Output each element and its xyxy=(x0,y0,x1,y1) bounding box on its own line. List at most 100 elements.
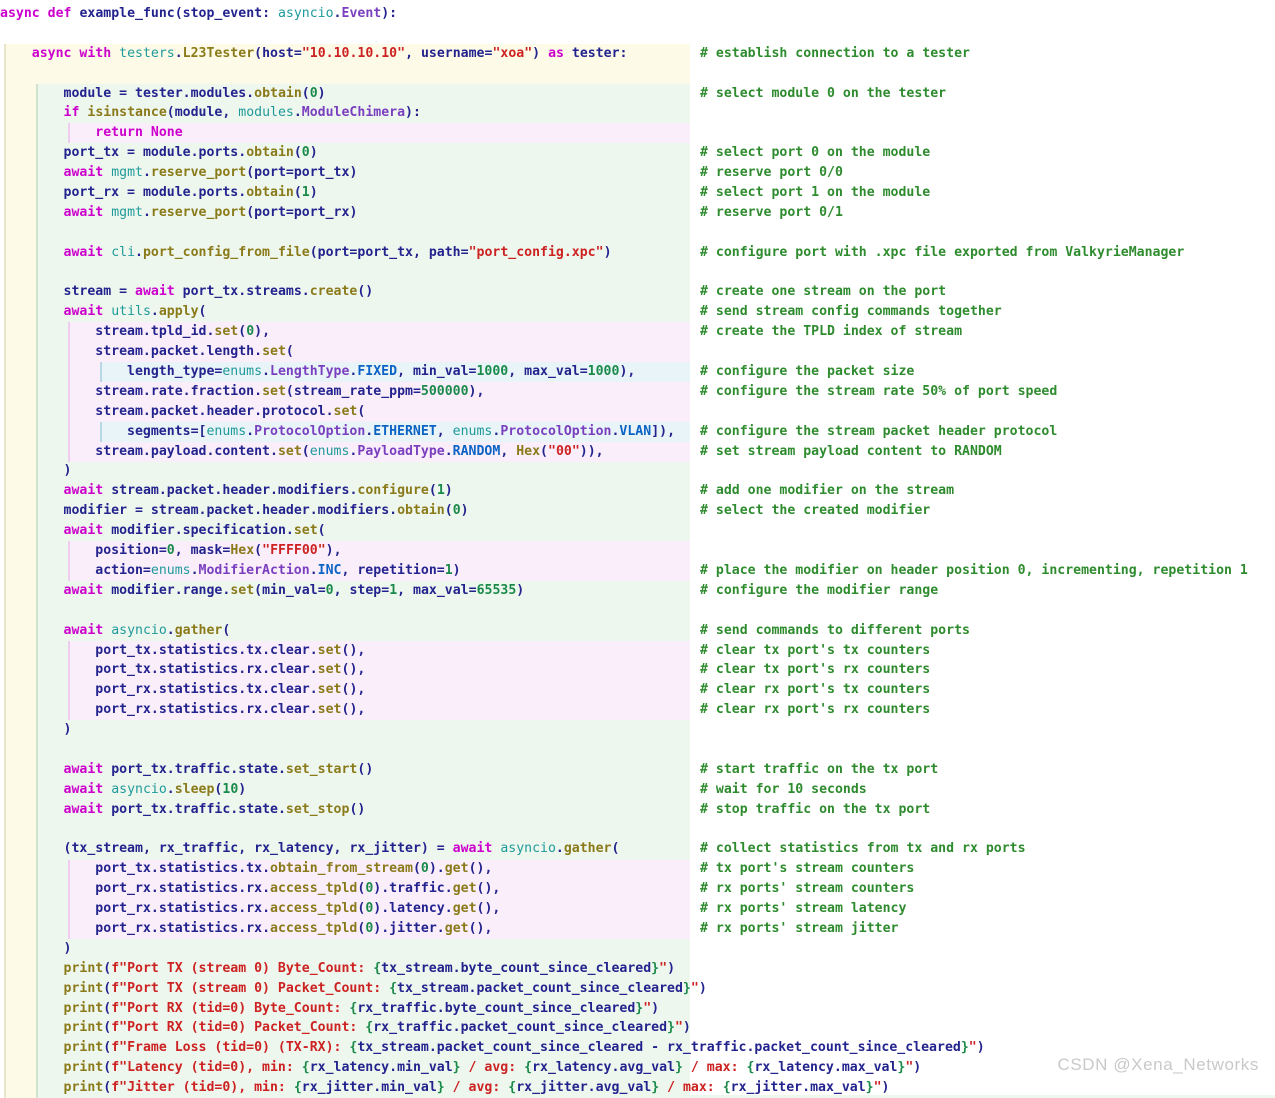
code-text: stream.tpld_id.set(0), xyxy=(95,324,271,340)
code-line[interactable]: port_tx.statistics.tx.clear.set(), # clea… xyxy=(0,641,1275,661)
code-line[interactable]: module = tester.modules.obtain(0) # selec… xyxy=(0,84,1275,104)
code-line[interactable]: stream = await port_tx.streams.create() #… xyxy=(0,282,1275,302)
code-line[interactable]: port_rx.statistics.rx.access_tpld(0).tra… xyxy=(0,879,1275,899)
code-line[interactable]: await mgmt.reserve_port(port=port_tx) # r… xyxy=(0,163,1275,183)
code-line[interactable]: port_tx.statistics.tx.obtain_from_stream… xyxy=(0,859,1275,879)
code-line[interactable]: await cli.port_config_from_file(port=por… xyxy=(0,243,1275,263)
code-text: port_rx.statistics.rx.access_tpld(0).tra… xyxy=(95,881,501,897)
code-line[interactable]: await modifier.range.set(min_val=0, step… xyxy=(0,581,1275,601)
code-line[interactable]: await utils.apply(# send stream config c… xyxy=(0,302,1275,322)
code-content[interactable]: async def example_func(stop_event: async… xyxy=(0,0,1275,1098)
code-line[interactable]: modifier = stream.packet.header.modifier… xyxy=(0,501,1275,521)
code-editor[interactable]: async def example_func(stop_event: async… xyxy=(0,0,1275,1098)
code-comment: # send stream config commands together xyxy=(700,304,1002,320)
code-line[interactable]: await port_tx.traffic.state.set_start() #… xyxy=(0,760,1275,780)
code-comment: # configure port with .xpc file exported… xyxy=(700,244,1185,260)
code-text: stream = await port_tx.streams.create() xyxy=(63,284,374,300)
code-line[interactable] xyxy=(0,740,1275,760)
code-line[interactable]: (tx_stream, rx_traffic, rx_latency, rx_j… xyxy=(0,839,1275,859)
code-line[interactable] xyxy=(0,601,1275,621)
code-comment: # set stream payload content to RANDOM xyxy=(700,443,1002,459)
code-text: stream.payload.content.set(enums.Payload… xyxy=(95,443,604,459)
code-comment: # select module 0 on the tester xyxy=(700,85,947,101)
code-line[interactable]: stream.packet.length.set( xyxy=(0,342,1275,362)
code-text: await modifier.specification.set( xyxy=(63,523,326,539)
code-comment: # establish connection to a tester xyxy=(700,45,970,61)
code-line[interactable]: print(f"Port RX (tid=0) Byte_Count: {rx_… xyxy=(0,999,1275,1019)
code-line[interactable]: port_rx.statistics.rx.access_tpld(0).lat… xyxy=(0,899,1275,919)
code-line[interactable]: port_tx.statistics.rx.clear.set(), # clea… xyxy=(0,660,1275,680)
code-line[interactable]: port_rx.statistics.rx.access_tpld(0).jit… xyxy=(0,919,1275,939)
code-text: port_rx.statistics.rx.access_tpld(0).lat… xyxy=(95,901,501,917)
code-line[interactable] xyxy=(0,24,1275,44)
code-line[interactable]: async with testers.L23Tester(host="10.10… xyxy=(0,44,1275,64)
code-line[interactable]: segments=[enums.ProtocolOption.ETHERNET,… xyxy=(0,422,1275,442)
code-line[interactable]: async def example_func(stop_event: async… xyxy=(0,4,1275,24)
code-line[interactable]: print(f"Port TX (stream 0) Packet_Count:… xyxy=(0,979,1275,999)
code-comment: # rx ports' stream latency xyxy=(700,901,907,917)
code-text: return None xyxy=(95,125,183,141)
code-line[interactable] xyxy=(0,223,1275,243)
code-line[interactable]: position=0, mask=Hex("FFFF00"), xyxy=(0,541,1275,561)
code-line[interactable] xyxy=(0,263,1275,283)
code-line[interactable]: action=enums.ModifierAction.INC, repetit… xyxy=(0,561,1275,581)
code-comment: # configure the modifier range xyxy=(700,582,939,598)
code-line[interactable]: await mgmt.reserve_port(port=port_rx) # r… xyxy=(0,203,1275,223)
code-line[interactable]: print(f"Jitter (tid=0), min: {rx_jitter.… xyxy=(0,1078,1275,1098)
code-text: stream.packet.header.protocol.set( xyxy=(95,403,366,419)
code-line[interactable]: ) xyxy=(0,939,1275,959)
code-text: print(f"Port TX (stream 0) Packet_Count:… xyxy=(63,980,707,996)
code-text: port_rx = module.ports.obtain(1) xyxy=(63,185,318,201)
code-line[interactable]: stream.payload.content.set(enums.Payload… xyxy=(0,442,1275,462)
code-comment: # tx port's stream counters xyxy=(700,861,915,877)
code-text: await asyncio.gather( xyxy=(63,622,231,638)
code-line[interactable]: port_tx = module.ports.obtain(0) # select… xyxy=(0,143,1275,163)
code-line[interactable]: await stream.packet.header.modifiers.con… xyxy=(0,481,1275,501)
code-line[interactable]: port_rx.statistics.rx.clear.set(), # clea… xyxy=(0,700,1275,720)
code-line[interactable]: ) xyxy=(0,720,1275,740)
code-text: ) xyxy=(63,463,72,479)
code-comment: # clear tx port's rx counters xyxy=(700,662,931,678)
code-line[interactable]: print(f"Port TX (stream 0) Byte_Count: {… xyxy=(0,959,1275,979)
code-text: port_rx.statistics.rx.clear.set(), xyxy=(95,702,366,718)
code-comment: # clear tx port's tx counters xyxy=(700,642,931,658)
code-text: print(f"Latency (tid=0), min: {rx_latenc… xyxy=(63,1060,922,1076)
code-text: position=0, mask=Hex("FFFF00"), xyxy=(95,543,342,559)
code-comment: # create the TPLD index of stream xyxy=(700,324,963,340)
code-line[interactable] xyxy=(0,820,1275,840)
code-text: port_tx.statistics.tx.obtain_from_stream… xyxy=(95,861,493,877)
code-text: print(f"Port RX (tid=0) Byte_Count: {rx_… xyxy=(63,1000,660,1016)
code-comment: # create one stream on the port xyxy=(700,284,947,300)
code-comment: # add one modifier on the stream xyxy=(700,483,955,499)
code-line[interactable]: stream.rate.fraction.set(stream_rate_ppm… xyxy=(0,382,1275,402)
code-line[interactable]: port_rx = module.ports.obtain(1) # select… xyxy=(0,183,1275,203)
code-line[interactable]: await port_tx.traffic.state.set_stop() # … xyxy=(0,800,1275,820)
code-text: await stream.packet.header.modifiers.con… xyxy=(63,483,453,499)
code-line[interactable]: await asyncio.sleep(10) # wait for 10 sec… xyxy=(0,780,1275,800)
code-text: port_rx.statistics.tx.clear.set(), xyxy=(95,682,366,698)
code-text: await asyncio.sleep(10) xyxy=(63,781,247,797)
code-text: async def example_func(stop_event: async… xyxy=(0,6,398,21)
code-text: async with testers.L23Tester(host="10.10… xyxy=(31,45,628,61)
code-text: port_tx = module.ports.obtain(0) xyxy=(63,145,318,161)
code-comment: # configure the stream packet header pro… xyxy=(700,423,1058,439)
code-line[interactable]: print(f"Port RX (tid=0) Packet_Count: {r… xyxy=(0,1018,1275,1038)
code-text: ) xyxy=(63,722,72,738)
code-line[interactable]: stream.packet.header.protocol.set( xyxy=(0,402,1275,422)
code-line[interactable]: stream.tpld_id.set(0), # create the TPLD … xyxy=(0,322,1275,342)
code-text: action=enums.ModifierAction.INC, repetit… xyxy=(95,562,461,578)
code-comment: # reserve port 0/0 xyxy=(700,165,843,181)
code-line[interactable]: await asyncio.gather(# send commands to … xyxy=(0,621,1275,641)
code-line[interactable]: ) xyxy=(0,461,1275,481)
code-text: stream.rate.fraction.set(stream_rate_ppm… xyxy=(95,383,485,399)
code-line[interactable]: if isinstance(module, modules.ModuleChim… xyxy=(0,103,1275,123)
code-line[interactable] xyxy=(0,64,1275,84)
code-comment: # select the created modifier xyxy=(700,503,931,519)
code-text: modifier = stream.packet.header.modifier… xyxy=(63,503,469,519)
code-line[interactable]: port_rx.statistics.tx.clear.set(), # clea… xyxy=(0,680,1275,700)
code-line[interactable]: await modifier.specification.set( xyxy=(0,521,1275,541)
code-comment: # stop traffic on the tx port xyxy=(700,801,931,817)
code-comment: # select port 0 on the module xyxy=(700,145,931,161)
code-line[interactable]: return None xyxy=(0,123,1275,143)
code-line[interactable]: length_type=enums.LengthType.FIXED, min_… xyxy=(0,362,1275,382)
